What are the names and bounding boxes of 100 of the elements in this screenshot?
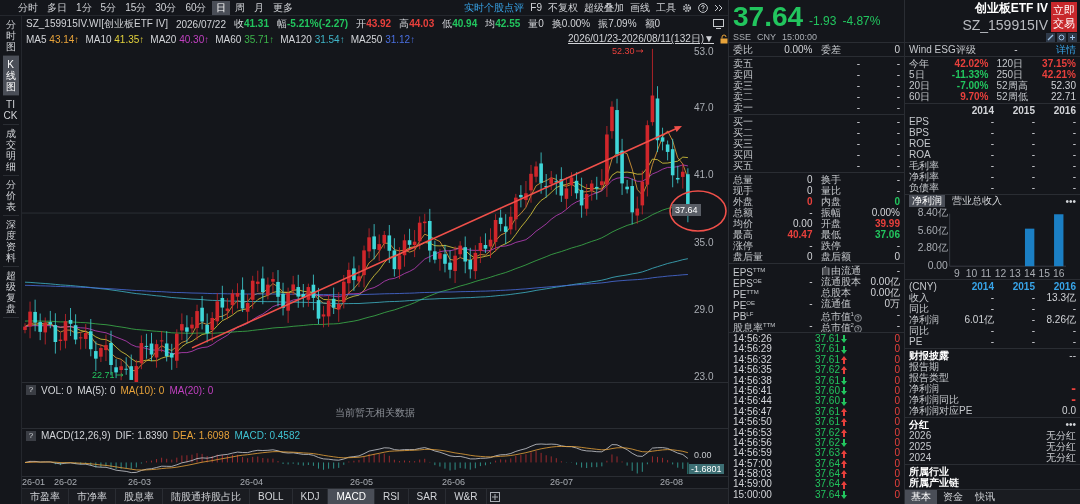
lock-icon[interactable]: [720, 34, 728, 44]
order-price: -: [855, 149, 860, 160]
row-label: 净利率: [909, 171, 940, 183]
instrument-code: SZ_159915IV: [962, 17, 1048, 33]
field-label: 开盘: [820, 218, 841, 229]
more-button[interactable]: --: [1069, 349, 1076, 361]
axis-tick-label: 9: [954, 267, 960, 279]
period-tab[interactable]: 60分: [181, 0, 211, 15]
order-level-label: 买一: [733, 116, 754, 127]
indicator-tab[interactable]: W&R: [446, 489, 487, 504]
axis-tick-label: 47.0: [694, 102, 714, 114]
indicator-tab[interactable]: 陆股通持股占比: [163, 489, 250, 504]
macd-legend-value: DIF: 1.8390: [115, 430, 168, 441]
field-value: -: [896, 174, 900, 185]
order-price: -: [855, 102, 860, 113]
toolbar-button[interactable]: 超级叠加: [584, 0, 624, 15]
indicator-tab[interactable]: 市净率: [69, 489, 116, 504]
toolbar-button[interactable]: 画线: [630, 0, 650, 15]
arrow-icon: [635, 49, 644, 53]
price-change: -1.93: [809, 13, 837, 30]
row-label: BPS: [909, 127, 930, 139]
table-cell-text: -: [989, 291, 994, 303]
table-cell-text: -: [989, 138, 994, 150]
date-range-dropdown[interactable]: 2026/01/23-2026/08/11(132日)▼: [568, 32, 714, 46]
toolbar-button[interactable]: 不复权: [548, 0, 578, 15]
trade-button[interactable]: 立即交易: [1051, 1, 1077, 32]
axis-tick-label: 26-03: [128, 477, 152, 487]
help-icon[interactable]: [853, 324, 862, 333]
field-value: -: [809, 207, 813, 218]
table-cell-text: -: [989, 149, 994, 161]
double-chevron-icon[interactable]: [714, 2, 724, 13]
chart-tab[interactable]: 营业总收入: [949, 195, 1005, 208]
help-icon[interactable]: [698, 2, 708, 13]
trade-price: 37.60: [814, 385, 840, 396]
period-tab[interactable]: 15分: [121, 0, 151, 15]
trade-time: 14:56:29: [733, 344, 773, 355]
more-button[interactable]: •••: [1065, 196, 1076, 207]
table-cell-text: 2015: [1011, 105, 1035, 117]
table-cell-text: -: [1030, 302, 1035, 314]
sidebar-tab[interactable]: K线图: [2, 56, 19, 96]
panel-tab[interactable]: 资金: [937, 489, 969, 504]
field-value: 0.0: [1062, 404, 1076, 416]
axis-tick-label: 35.0: [694, 236, 714, 248]
sidebar-tab[interactable]: 成交明细: [2, 125, 19, 176]
chart-tab[interactable]: 净利润: [909, 195, 945, 208]
field-value: 无分红: [1046, 451, 1076, 463]
help-icon[interactable]: [853, 313, 862, 322]
period-tab[interactable]: 分时: [14, 0, 42, 15]
period-tab[interactable]: 多日: [43, 0, 71, 15]
trade-time: 14:56:59: [733, 448, 773, 459]
help-button[interactable]: ?: [26, 430, 36, 441]
field-label: 报告类型: [909, 371, 949, 383]
sidebar-tab[interactable]: 深度资料: [2, 216, 19, 267]
indicator-tab[interactable]: BOLL: [250, 489, 293, 504]
more-button[interactable]: •••: [1065, 418, 1076, 430]
toolbar-button[interactable]: F9: [530, 2, 542, 13]
period-tab[interactable]: 更多: [268, 0, 297, 15]
settings-icon[interactable]: [682, 2, 692, 13]
period-tab[interactable]: 日: [211, 0, 230, 15]
panel-tab[interactable]: 快讯: [969, 489, 1001, 504]
axis-tick-label: 11: [980, 267, 992, 279]
field-label: 现手: [733, 185, 753, 196]
period-tab[interactable]: 1分: [72, 0, 96, 15]
help-button[interactable]: ?: [26, 385, 36, 395]
axis-tick-label: 26-05: [350, 477, 374, 487]
indicator-tab[interactable]: MACD: [328, 489, 375, 504]
indicator-tab[interactable]: SAR: [408, 489, 447, 504]
monitor-icon[interactable]: [713, 19, 724, 29]
axis-tick-label: 14: [1023, 267, 1036, 279]
symbol-label: SZ_159915IV.WI[创业板ETF IV]: [26, 17, 168, 31]
indicator-tab[interactable]: RSI: [374, 489, 409, 504]
table-cell-text: 6.01亿: [963, 313, 994, 325]
toolbar-button[interactable]: 工具: [656, 0, 676, 15]
trade-price: 37.64: [814, 469, 840, 480]
period-tab[interactable]: 周: [230, 0, 249, 15]
field-value: -: [896, 185, 900, 196]
indicator-tab[interactable]: 股息率: [116, 489, 163, 504]
field-label: 外盘: [733, 196, 753, 207]
quote-field: 高44.03: [399, 17, 435, 31]
field-value: 0: [806, 196, 813, 207]
trade-volume: 0: [893, 396, 900, 407]
sidebar-tab[interactable]: 分价表: [2, 176, 19, 216]
pencil-icon[interactable]: [1046, 33, 1055, 42]
period-tab[interactable]: 5分: [96, 0, 121, 15]
date-label: 2026/07/22: [175, 18, 226, 30]
sidebar-tab[interactable]: 超级复盘: [2, 267, 19, 318]
order-price: -: [855, 69, 860, 80]
period-tab[interactable]: 月: [249, 0, 268, 15]
period-tab[interactable]: 30分: [151, 0, 181, 15]
moving-average-value: MA5 43.14↑: [26, 33, 80, 45]
trade-price: 37.61: [814, 375, 840, 386]
order-level-label: 卖二: [733, 91, 754, 102]
sidebar-tab[interactable]: TICK: [2, 96, 19, 125]
details-link[interactable]: 详情: [1056, 44, 1076, 56]
stock-review-link[interactable]: 实时个股点评: [464, 0, 525, 15]
trade-price: 37.63: [814, 448, 840, 459]
indicator-tab[interactable]: 市盈率: [22, 489, 69, 504]
add-icon[interactable]: [1068, 33, 1077, 42]
panel-tab[interactable]: 基本: [905, 489, 937, 504]
quote-field: 换0.00%: [551, 17, 591, 31]
